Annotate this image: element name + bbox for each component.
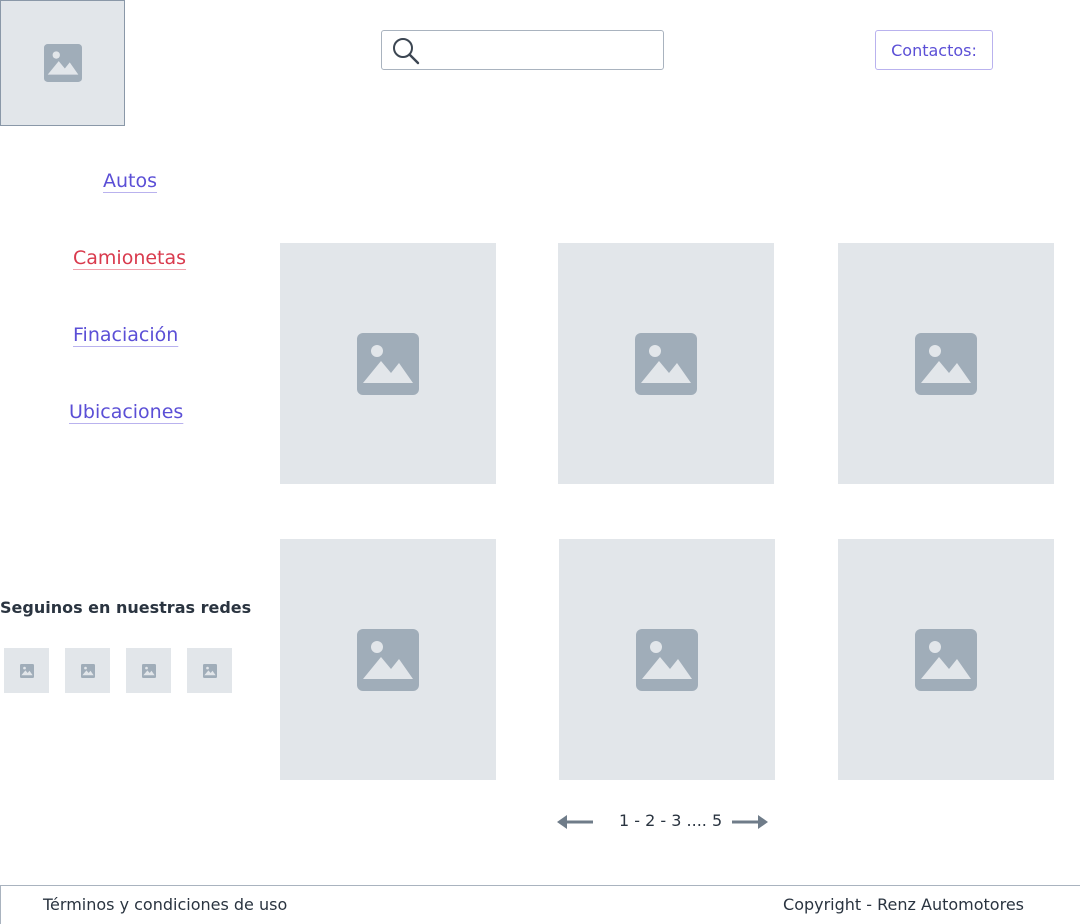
social-link-4[interactable] — [187, 648, 232, 693]
social-title: Seguinos en nuestras redes — [0, 598, 252, 617]
search-input[interactable] — [426, 35, 660, 65]
page-numbers[interactable]: 1 - 2 - 3 .... 5 — [619, 811, 722, 830]
social-link-2[interactable] — [65, 648, 110, 693]
search-icon — [393, 38, 420, 65]
image-placeholder-icon — [636, 628, 698, 691]
product-card[interactable] — [559, 539, 775, 780]
social-link-1[interactable] — [4, 648, 49, 693]
product-card[interactable] — [280, 539, 496, 780]
product-card[interactable] — [280, 243, 496, 484]
image-placeholder-icon — [635, 332, 697, 395]
logo[interactable] — [0, 0, 125, 126]
nav-link-ubicaciones[interactable]: Ubicaciones — [69, 400, 183, 424]
image-placeholder-icon — [357, 332, 419, 395]
image-placeholder-icon — [915, 332, 977, 395]
image-placeholder-icon — [357, 628, 419, 691]
nav-link-camionetas[interactable]: Camionetas — [73, 246, 186, 270]
image-placeholder-icon — [43, 44, 82, 82]
search-box[interactable] — [381, 30, 664, 70]
image-placeholder-icon — [19, 663, 34, 678]
arrow-right-icon[interactable] — [730, 814, 768, 830]
nav-link-financiacion[interactable]: Finaciación — [73, 323, 178, 347]
image-placeholder-icon — [202, 663, 217, 678]
social-link-3[interactable] — [126, 648, 171, 693]
footer: Términos y condiciones de uso Copyright … — [0, 885, 1080, 924]
nav-link-autos[interactable]: Autos — [103, 169, 157, 193]
product-card[interactable] — [838, 539, 1054, 780]
image-placeholder-icon — [141, 663, 156, 678]
image-placeholder-icon — [80, 663, 95, 678]
pagination: 1 - 2 - 3 .... 5 — [557, 810, 769, 834]
terms-link[interactable]: Términos y condiciones de uso — [43, 895, 287, 914]
contact-button[interactable]: Contactos: — [875, 30, 993, 70]
copyright-text: Copyright - Renz Automotores — [783, 895, 1024, 914]
product-card[interactable] — [558, 243, 774, 484]
image-placeholder-icon — [915, 628, 977, 691]
product-card[interactable] — [838, 243, 1054, 484]
arrow-left-icon[interactable] — [557, 814, 595, 830]
